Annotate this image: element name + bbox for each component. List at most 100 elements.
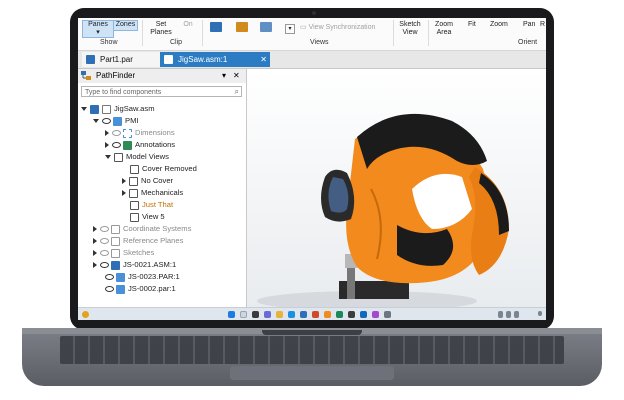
battery-icon[interactable] [514,311,519,318]
office-icon[interactable] [312,311,319,318]
tab-part1[interactable]: Part1.par ✕ [82,52,172,67]
weather-icon[interactable] [82,311,89,318]
eye-hidden-icon[interactable] [100,250,109,256]
solid-edge-icon[interactable] [324,311,331,318]
notification-icon[interactable] [538,311,542,316]
assembly-file-icon [164,55,173,64]
tree-item-just-that[interactable]: Just That [130,199,173,211]
edge-icon[interactable] [288,311,295,318]
expand-icon[interactable] [93,250,97,256]
tree-item-label: Reference Planes [123,236,184,245]
expand-icon[interactable] [93,262,97,268]
tree-item-coordinate-systems[interactable]: Coordinate Systems [93,223,191,235]
tree-item-reference-planes[interactable]: Reference Planes [93,235,183,247]
tree-item-label: JS-0002.par:1 [128,284,176,293]
expand-icon[interactable] [93,119,99,123]
jigsaw-model [257,113,509,307]
close-icon[interactable]: ✕ [260,52,267,67]
assembly-icon [111,260,120,270]
expand-icon[interactable] [105,142,109,148]
app-icon[interactable] [384,311,391,318]
search-input[interactable]: Type to find components ⌕ [81,86,242,97]
graphics-viewport[interactable] [247,69,546,307]
app-icon[interactable] [348,311,355,318]
cascade-windows-icon[interactable] [260,22,272,32]
tree-item-label: Model Views [126,152,169,161]
new-window-icon[interactable] [210,22,222,32]
set-planes-button[interactable]: Set Planes [148,21,174,37]
tree-item-label: Dimensions [135,128,175,137]
zoom-button[interactable]: Zoom [490,21,508,29]
eye-icon[interactable] [105,286,114,292]
view-synchronization-button[interactable]: ▭ View Synchronization [300,24,375,32]
tree-item-pmi[interactable]: PMI [93,115,139,127]
sketch-view-button[interactable]: Sketch View [398,21,422,37]
tree-item-annotations[interactable]: Annotations [105,139,175,151]
tree-item-label: No Cover [141,176,174,185]
tree-item-js-0021[interactable]: JS-0021.ASM:1 [93,259,176,271]
expand-icon[interactable] [93,238,97,244]
sketch-view-label-2: View [402,29,418,36]
arrange-windows-icon[interactable] [236,22,248,32]
search-icon[interactable] [240,311,247,318]
expand-icon[interactable] [81,107,87,111]
tab-jigsaw[interactable]: JigSaw.asm:1 ✕ [160,52,270,67]
tree-item-label: Sketches [123,248,155,257]
ribbon-separator [393,20,394,46]
app-icon[interactable] [336,311,343,318]
app-icon[interactable] [360,311,367,318]
search-icon[interactable]: ⌕ [235,86,239,97]
panes-button[interactable]: Panes ▾ [82,20,114,38]
eye-hidden-icon[interactable] [100,226,109,232]
expand-icon[interactable] [105,130,109,136]
pan-button[interactable]: Pan [523,21,535,29]
tab-part1-label: Part1.par [100,55,133,64]
file-explorer-icon[interactable] [276,311,283,318]
eye-hidden-icon[interactable] [112,130,121,136]
chat-icon[interactable] [264,311,271,318]
eye-icon[interactable] [102,118,111,124]
tree-item-mechanicals[interactable]: Mechanicals [122,187,183,199]
set-planes-label-2: Planes [150,29,172,36]
tree-item-js-0002[interactable]: JS-0002.par:1 [105,283,176,295]
zoom-area-button[interactable]: Zoom Area [433,21,455,37]
pathfinder-panel: PathFinder ▾ ✕ Type to find components ⌕… [78,69,247,307]
tree-item-cover-removed[interactable]: Cover Removed [130,163,197,175]
store-icon[interactable] [300,311,307,318]
pin-dropdown-icon[interactable]: ▾ [222,69,226,83]
expand-icon[interactable] [93,226,97,232]
tree-item-jigsaw-asm[interactable]: JigSaw.asm [81,103,155,115]
tree-item-view-5[interactable]: View 5 [130,211,165,223]
start-icon[interactable] [228,311,235,318]
laptop-trackpad [230,366,394,380]
tree-item-no-cover[interactable]: No Cover [122,175,173,187]
volume-icon[interactable] [506,311,511,318]
eye-icon[interactable] [105,274,114,280]
view-dropdown[interactable]: ▾ [285,24,295,34]
expand-icon[interactable] [105,155,111,159]
reference-plane-icon [111,236,120,246]
tree-item-label: Just That [142,200,174,209]
clip-on-button[interactable]: On [181,21,195,29]
expand-icon[interactable] [122,190,126,196]
eye-icon[interactable] [112,142,121,148]
tree-item-sketches[interactable]: Sketches [93,247,154,259]
windows-taskbar [78,307,546,320]
close-icon[interactable]: ✕ [233,69,240,83]
tree-item-dimensions[interactable]: Dimensions [105,127,175,139]
tree-item-js-0023[interactable]: JS-0023.PAR:1 [105,271,180,283]
app-icon[interactable] [372,311,379,318]
eye-icon[interactable] [100,262,109,268]
tree-item-model-views[interactable]: Model Views [105,151,169,163]
show-group-label: Show [100,39,118,46]
fit-button[interactable]: Fit [468,21,476,29]
clip-group-label: Clip [170,39,183,46]
task-view-icon[interactable] [252,311,259,318]
tree-item-label: JigSaw.asm [114,104,155,113]
dimension-icon [123,128,132,138]
wifi-icon[interactable] [498,311,503,318]
rotate-button[interactable]: R [540,21,545,29]
eye-hidden-icon[interactable] [100,238,109,244]
zones-button[interactable]: Zones [113,20,138,31]
expand-icon[interactable] [122,178,126,184]
